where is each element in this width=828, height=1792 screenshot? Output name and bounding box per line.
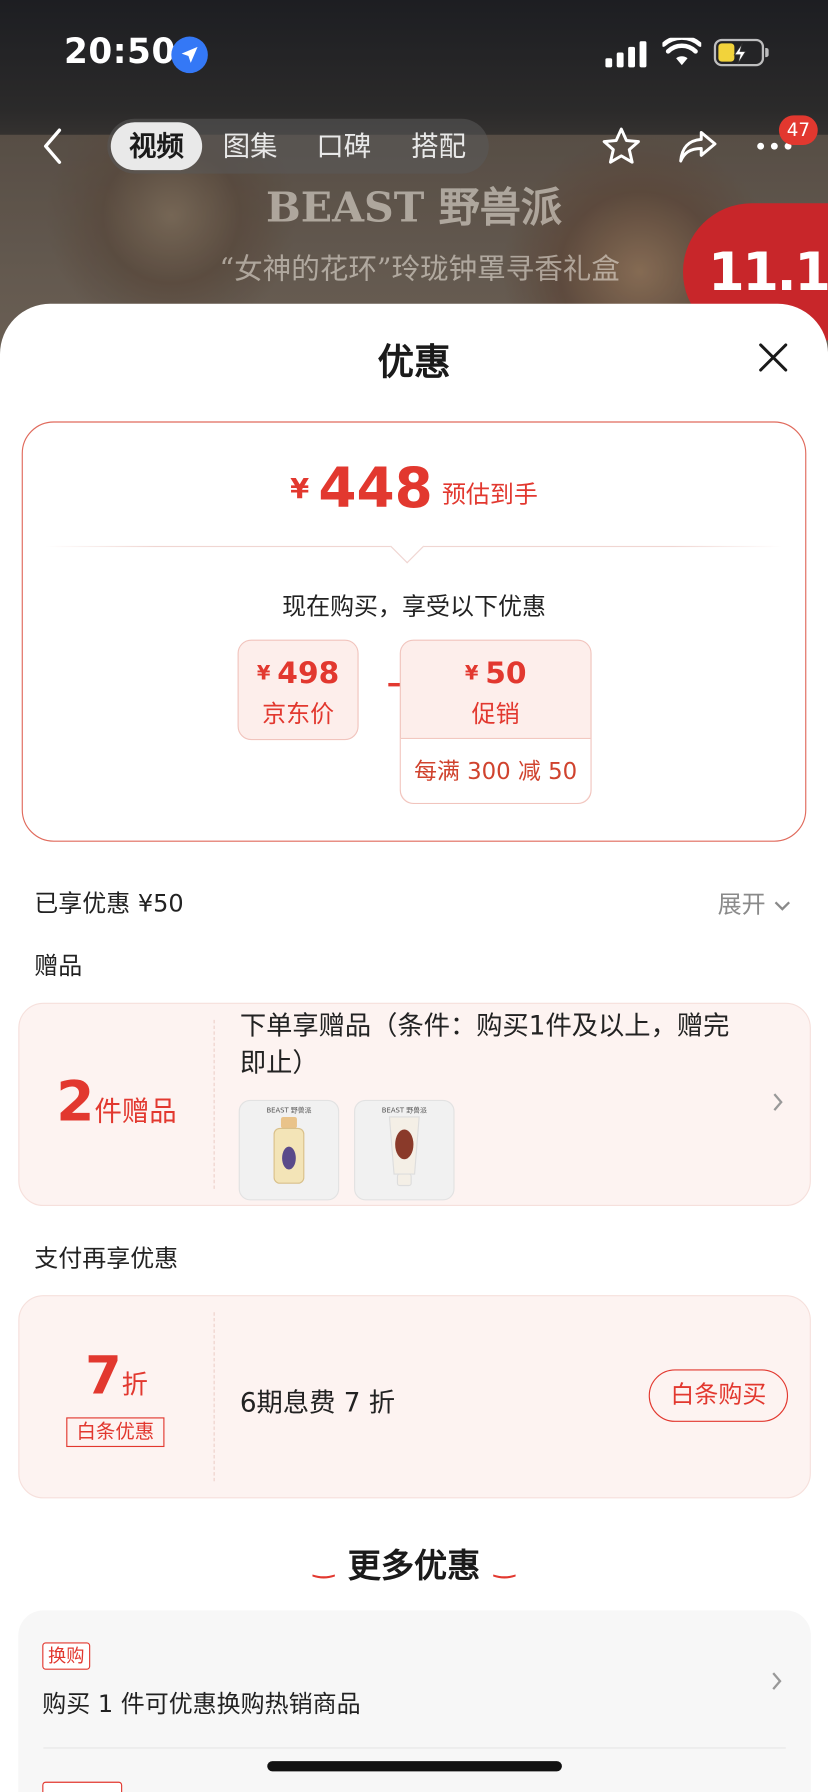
- wifi-icon: [662, 37, 702, 66]
- star-icon[interactable]: [601, 126, 642, 167]
- gift-count: 2件赠品: [19, 1070, 213, 1134]
- close-icon[interactable]: [756, 340, 790, 374]
- currency-symbol: ¥: [256, 662, 271, 686]
- payment-heading: 支付再享优惠: [34, 1244, 179, 1273]
- tab-video[interactable]: 视频: [110, 122, 203, 171]
- dashed-divider: [213, 1019, 215, 1189]
- discount-sheet: 优惠 ¥448 预估到手 现在购买，享受以下优惠 ¥498 京东价 ¥50 促销 …: [0, 303, 828, 1792]
- divider-notch: [390, 529, 425, 564]
- message-badge: 47: [778, 115, 818, 146]
- expand-label: 展开: [717, 890, 766, 919]
- home-indicator[interactable]: [267, 1761, 562, 1772]
- gift-count-number: 2: [56, 1070, 95, 1135]
- currency-symbol: ¥: [290, 472, 310, 505]
- baitiao-buy-button[interactable]: 白条购买: [648, 1369, 789, 1422]
- smile-icon: ‿: [313, 1550, 335, 1580]
- media-tabs: 视频 图集 口碑 搭配: [107, 118, 489, 174]
- gift-card[interactable]: 2件赠品 下单享赠品（条件：购买1件及以上，赠完即止） BEAST 野兽派 BE…: [18, 1002, 811, 1207]
- more-discounts-heading: ‿ 更多优惠 ‿: [0, 1540, 828, 1588]
- tab-matching[interactable]: 搭配: [394, 119, 483, 174]
- estimated-label: 预估到手: [441, 480, 538, 509]
- jd-price-box: ¥498 京东价: [237, 639, 359, 741]
- baitiao-discount: 7折: [19, 1344, 213, 1406]
- tab-gallery[interactable]: 图集: [206, 119, 295, 174]
- promotion-box: ¥50 促销 每满 300 减 50: [399, 639, 592, 805]
- gift-count-label: 件赠品: [94, 1095, 177, 1128]
- sheet-title: 优惠: [377, 340, 451, 384]
- currency-symbol: ¥: [464, 662, 479, 686]
- status-time: 20:50: [63, 31, 176, 72]
- trade-in-desc: 购买 1 件可优惠换购热销商品: [42, 1690, 361, 1718]
- chevron-down-icon: [774, 901, 790, 911]
- estimated-price: ¥448 预估到手: [23, 457, 805, 521]
- smile-icon: ‿: [493, 1550, 515, 1580]
- dashed-divider: [213, 1312, 215, 1482]
- gift-thumbnail[interactable]: BEAST 野兽派: [238, 1099, 340, 1201]
- battery-icon: [713, 38, 769, 67]
- location-icon: [171, 36, 208, 74]
- enjoyed-discount: 已享优惠 ¥50: [34, 889, 184, 918]
- tab-reviews[interactable]: 口碑: [299, 119, 388, 174]
- baitiao-card: 7折 白条优惠 6期息费 7 折 白条购买: [18, 1295, 811, 1499]
- promotion-value: 50: [485, 656, 527, 691]
- estimated-price-card: ¥448 预估到手 现在购买，享受以下优惠 ¥498 京东价 ¥50 促销 每满 …: [21, 421, 807, 842]
- jd-price-label: 京东价: [262, 700, 335, 728]
- jd-price-value: 498: [277, 656, 340, 691]
- trade-in-tag: 换购: [42, 1642, 91, 1670]
- expand-button[interactable]: 展开: [718, 886, 792, 920]
- discount-unit: 折: [121, 1370, 148, 1401]
- baitiao-tag: 白条优惠: [66, 1417, 165, 1448]
- gift-thumbnail[interactable]: BEAST 野兽派: [354, 1099, 455, 1201]
- thumbnail-brand: BEAST 野兽派: [381, 1106, 427, 1115]
- discount-number: 7: [85, 1344, 122, 1406]
- back-arrow-icon[interactable]: [39, 126, 66, 167]
- gift-heading: 赠品: [34, 952, 83, 980]
- cellular-signal-icon: [605, 41, 647, 68]
- hand-cream-tube-image: [388, 1116, 420, 1187]
- estimated-amount: 448: [318, 456, 433, 521]
- promotion-label: 促销: [471, 700, 520, 728]
- perfume-bottle-image: [273, 1116, 305, 1184]
- more-discounts-title: 更多优惠: [347, 1546, 481, 1586]
- installment-desc: 6期息费 7 折: [239, 1388, 396, 1419]
- divider: [43, 1747, 786, 1749]
- chevron-right-icon: [772, 1672, 782, 1690]
- chevron-right-icon: [773, 1093, 783, 1111]
- discount-intro: 现在购买，享受以下优惠: [282, 592, 546, 621]
- share-icon[interactable]: [676, 126, 719, 167]
- promotion-rule: 每满 300 减 50: [400, 737, 591, 803]
- thumbnail-brand: BEAST 野兽派: [266, 1106, 312, 1115]
- status-bar: 20:50: [0, 0, 828, 110]
- gift-condition: 下单享赠品（条件：购买1件及以上，赠完即止）: [239, 1011, 730, 1079]
- top-nav: 视频 图集 口碑 搭配: [0, 114, 828, 178]
- next-tag: [42, 1781, 123, 1792]
